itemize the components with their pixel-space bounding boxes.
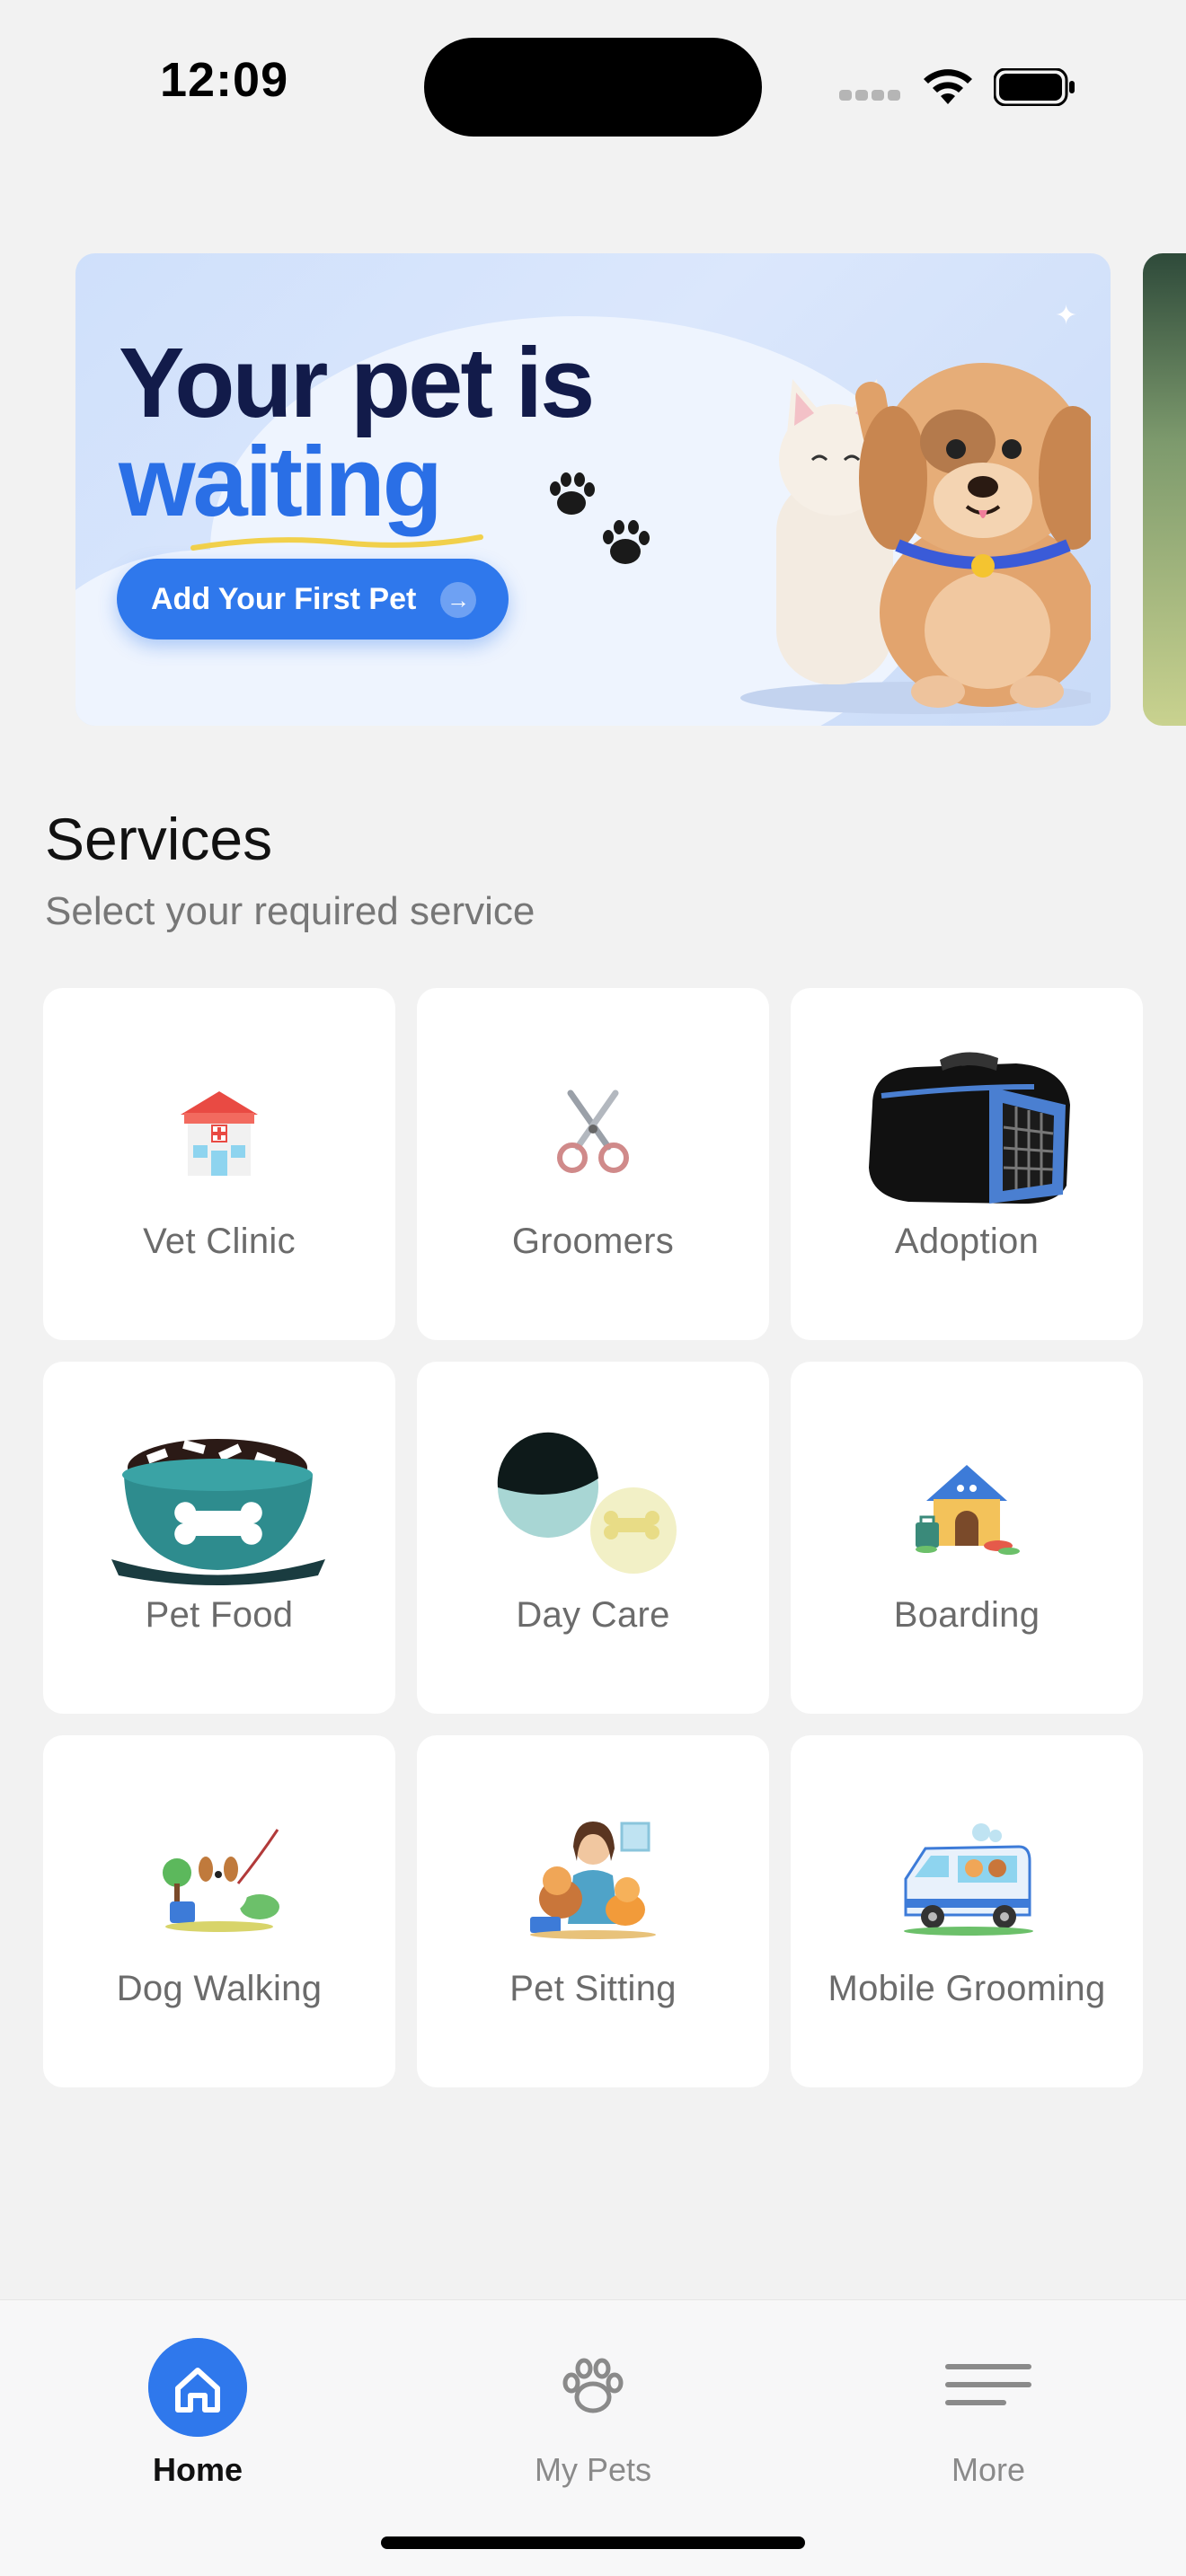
tab-home-label: Home: [152, 2451, 243, 2488]
service-label: Dog Walking: [116, 1969, 323, 2008]
banner-title: Your pet is waiting: [119, 334, 595, 537]
service-label: Mobile Grooming: [828, 1969, 1106, 2008]
tab-home[interactable]: Home: [63, 2318, 332, 2498]
service-card-boarding[interactable]: Boarding: [791, 1362, 1143, 1714]
pet-house-icon: [791, 1416, 1143, 1595]
home-icon: [148, 2338, 247, 2437]
service-card-mobile-grooming[interactable]: Mobile Grooming: [791, 1735, 1143, 2087]
status-time: 12:09: [160, 53, 289, 107]
paw-icon: [562, 2358, 624, 2413]
pet-sitting-icon: [417, 1789, 769, 1969]
add-first-pet-label: Add Your First Pet: [151, 581, 417, 616]
home-indicator[interactable]: [381, 2536, 805, 2549]
service-card-pet-food[interactable]: Pet Food: [43, 1362, 395, 1714]
scissors-icon: [417, 1042, 769, 1222]
service-label: Boarding: [893, 1595, 1040, 1635]
service-label: Vet Clinic: [143, 1222, 296, 1261]
banner-title-line2: waiting: [119, 427, 443, 537]
service-card-vet-clinic[interactable]: Vet Clinic: [43, 988, 395, 1340]
service-card-day-care[interactable]: Day Care: [417, 1362, 769, 1714]
tab-my-pets[interactable]: My Pets: [458, 2318, 728, 2498]
tab-more-label: More: [951, 2451, 1026, 2488]
dynamic-island: [424, 38, 762, 137]
tab-my-pets-label: My Pets: [534, 2451, 652, 2488]
sparkle-icon: ✦: [1055, 301, 1078, 331]
service-card-groomers[interactable]: Groomers: [417, 988, 769, 1340]
service-card-adoption[interactable]: Adoption: [791, 988, 1143, 1340]
service-label: Pet Food: [145, 1595, 294, 1635]
battery-icon: [994, 68, 1075, 106]
banner-title-line1: Your pet is: [119, 328, 595, 438]
wifi-icon: [924, 69, 972, 104]
service-card-dog-walking[interactable]: Dog Walking: [43, 1735, 395, 2087]
day-care-icon: [417, 1416, 769, 1595]
services-title: Services: [45, 806, 273, 872]
paw-prints-icon: [550, 472, 650, 564]
add-first-pet-button[interactable]: Add Your First Pet →: [117, 559, 509, 640]
service-label: Adoption: [894, 1222, 1040, 1261]
food-bowl-icon: [43, 1416, 395, 1595]
tab-more[interactable]: More: [854, 2318, 1123, 2498]
bottom-tab-bar: Home My Pets More: [0, 2299, 1186, 2576]
signal-icon: [839, 90, 902, 102]
promo-banner[interactable]: ✦ Your pet is waiting Add Your First Pet…: [75, 253, 1111, 726]
service-card-pet-sitting[interactable]: Pet Sitting: [417, 1735, 769, 2087]
dog-walking-icon: [43, 1789, 395, 1969]
pet-carrier-icon: [791, 1042, 1143, 1222]
grooming-van-icon: [791, 1789, 1143, 1969]
service-label: Groomers: [511, 1222, 675, 1261]
service-label: Day Care: [516, 1595, 670, 1635]
menu-icon: [945, 2364, 1031, 2405]
underline-squiggle-icon: [190, 534, 483, 551]
cat-and-dog-illustration: [740, 363, 1091, 714]
app-screen: 12:09 ✦ Your pet is waiting Add Your Fir…: [0, 0, 1186, 2576]
status-bar: 12:09: [0, 0, 1186, 171]
next-banner-preview[interactable]: [1143, 253, 1186, 726]
vet-clinic-icon: [43, 1042, 395, 1222]
arrow-right-icon: →: [440, 582, 476, 618]
service-label: Pet Sitting: [509, 1969, 677, 2008]
services-subtitle: Select your required service: [45, 889, 535, 933]
